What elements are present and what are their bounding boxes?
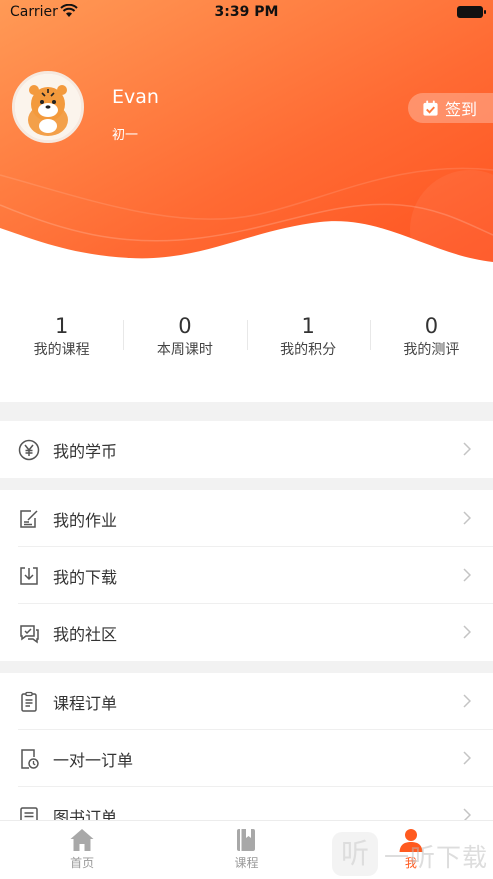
yen-coin-icon [18,439,40,461]
checkin-button[interactable]: 签到 [408,93,493,123]
chevron-right-icon [463,442,471,456]
tab-home[interactable]: 首页 [0,821,164,879]
menu-label: 我的社区 [53,625,118,644]
status-bar: Carrier 3:39 PM [0,0,493,26]
chevron-right-icon [463,568,471,582]
menu-item-homework[interactable]: 我的作业 [0,490,493,547]
menu-label: 我的下载 [53,568,118,587]
clock: 3:39 PM [214,4,279,20]
tab-label: 首页 [70,856,95,870]
menu-item-one-on-one-orders[interactable]: 一对一订单 [0,730,493,787]
section-divider [0,478,493,490]
watermark-text: 一听下载 [384,843,489,872]
stat-value: 0 [424,314,439,338]
stat-value: 0 [178,314,192,338]
menu-item-course-orders[interactable]: 课程订单 [0,673,493,730]
clock-doc-icon [21,749,39,769]
stat-my-assessments[interactable]: 0 我的测评 [369,308,493,372]
book-icon [237,829,256,851]
stat-label: 本周课时 [156,342,213,358]
clipboard-icon [21,691,37,712]
calendar-check-icon [423,99,438,116]
stat-weekly-hours[interactable]: 0 本周课时 [123,308,246,372]
battery-icon [457,6,486,18]
watermark-logo: 听 [332,832,378,876]
stat-label: 我的测评 [403,342,460,358]
avatar[interactable] [12,71,84,143]
menu-label: 我的作业 [53,511,118,530]
chevron-right-icon [463,694,471,708]
stats-row: 1 我的课程 0 本周课时 1 我的积分 0 我的测评 [0,308,493,372]
avatar-tiger [15,74,81,140]
section-divider [0,402,493,421]
watermark: 听 一听下载 [332,830,492,878]
profile-header: Carrier 3:39 PM Evan 初一 签到 [0,0,493,290]
download-icon [20,567,38,585]
home-icon [70,829,94,851]
user-name: Evan [112,86,159,108]
chevron-right-icon [463,625,471,639]
menu-item-downloads[interactable]: 我的下载 [0,547,493,604]
stat-my-points[interactable]: 1 我的积分 [246,308,370,372]
checkin-label: 签到 [445,100,478,119]
stat-my-courses[interactable]: 1 我的课程 [0,308,123,372]
menu-label: 课程订单 [53,694,118,713]
header-background [0,0,493,290]
chat-icon [20,625,39,644]
menu-item-community[interactable]: 我的社区 [0,604,493,661]
tab-label: 课程 [234,856,259,870]
stat-label: 我的积分 [280,342,337,358]
tab-courses[interactable]: 课程 [164,821,328,879]
user-grade: 初一 [112,128,139,143]
menu-label: 一对一订单 [53,751,134,770]
stat-label: 我的课程 [33,342,90,358]
section-divider [0,661,493,673]
chevron-right-icon [463,511,471,525]
stat-value: 1 [54,314,69,338]
chevron-right-icon [463,751,471,765]
menu-item-coins[interactable]: 我的学币 [0,421,493,478]
edit-note-icon [20,510,38,528]
menu-label: 我的学币 [53,442,118,461]
stat-value: 1 [301,314,315,338]
